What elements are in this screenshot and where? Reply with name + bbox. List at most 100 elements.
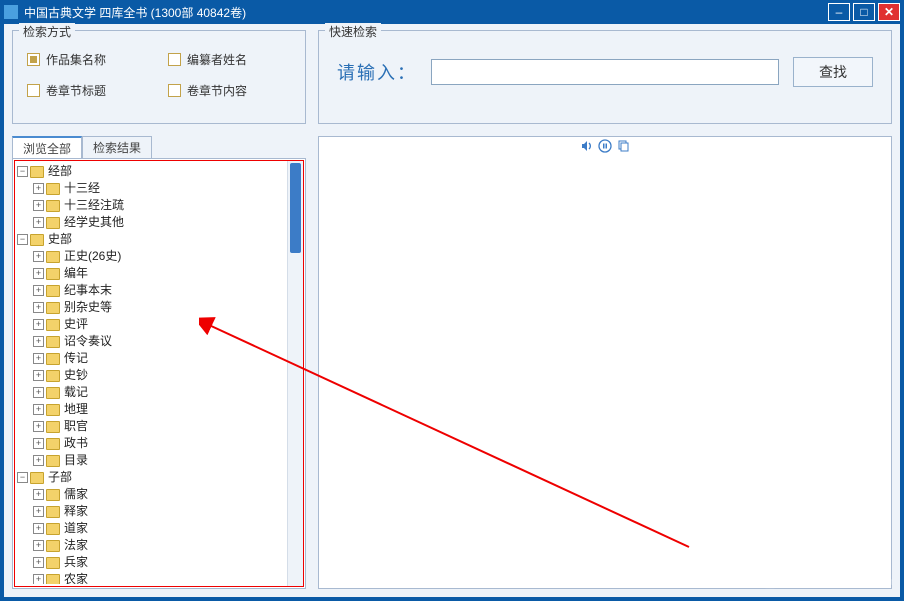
expander-icon[interactable]: + — [33, 336, 44, 347]
tree-item[interactable]: +道家 — [17, 520, 303, 537]
tree-item[interactable]: +儒家 — [17, 486, 303, 503]
expander-icon[interactable]: + — [33, 285, 44, 296]
option-chapter-title[interactable]: 卷章节标题 — [27, 82, 150, 99]
checkbox-icon — [27, 84, 40, 97]
copy-icon[interactable] — [616, 139, 630, 153]
folder-icon — [30, 166, 44, 178]
search-mode-group: 检索方式 作品集名称 编纂者姓名 卷章节标题 卷章节内容 — [12, 30, 306, 124]
tree-item[interactable]: + 传记 — [17, 350, 303, 367]
expander-icon[interactable]: + — [33, 455, 44, 466]
expander-icon[interactable]: + — [33, 540, 44, 551]
tree-item[interactable]: +十三经 — [17, 180, 303, 197]
tree-item[interactable]: + 十三经注疏 — [17, 197, 303, 214]
expander-icon[interactable]: + — [33, 523, 44, 534]
scrollbar-thumb[interactable] — [290, 163, 301, 253]
folder-icon — [46, 217, 60, 229]
checkbox-icon — [168, 84, 181, 97]
tree-root-node[interactable]: − 史部 — [17, 231, 303, 248]
folder-icon — [46, 387, 60, 399]
folder-icon — [46, 557, 60, 569]
tree-frame: −经部+十三经+十三经注疏+经学史其他−史部+正史(26史)+编年+纪事本末+别… — [12, 158, 306, 589]
expander-icon[interactable]: + — [33, 319, 44, 330]
tab-browse-all[interactable]: 浏览全部 — [12, 136, 82, 158]
tree-item-label: 兵家 — [64, 554, 88, 571]
tree-item-label: 史钞 — [64, 367, 88, 384]
tree-item[interactable]: +史评 — [17, 316, 303, 333]
tree-item-label: 史部 — [48, 231, 72, 248]
window-title: 中国古典文学 四库全书 (1300部 40842卷) — [24, 4, 828, 21]
tree-item[interactable]: + 别杂史等 — [17, 299, 303, 316]
expander-icon[interactable]: + — [33, 217, 44, 228]
search-mode-legend: 检索方式 — [19, 23, 75, 40]
tree-item[interactable]: +职官 — [17, 418, 303, 435]
tree-item-label: 十三经注疏 — [64, 197, 124, 214]
tree-scrollbar[interactable] — [287, 161, 303, 586]
close-button[interactable]: ✕ — [878, 3, 900, 21]
app-icon — [4, 5, 18, 19]
tree-item[interactable]: +农家 — [17, 571, 303, 584]
expander-icon[interactable]: − — [17, 166, 28, 177]
expander-icon[interactable]: + — [33, 557, 44, 568]
tree-item-label: 子部 — [48, 469, 72, 486]
folder-icon — [46, 302, 60, 314]
sound-icon[interactable] — [580, 139, 594, 153]
tree-item[interactable]: +经学史其他 — [17, 214, 303, 231]
expander-icon[interactable]: + — [33, 438, 44, 449]
search-button[interactable]: 查找 — [793, 57, 873, 87]
tree-item-label: 政书 — [64, 435, 88, 452]
tree-item-label: 法家 — [64, 537, 88, 554]
expander-icon[interactable]: + — [33, 183, 44, 194]
option-compiler-name[interactable]: 编纂者姓名 — [168, 51, 291, 68]
tree-item[interactable]: + 目录 — [17, 452, 303, 469]
tree-item-label: 载记 — [64, 384, 88, 401]
folder-icon — [46, 285, 60, 297]
watermark-logo-icon — [753, 555, 787, 589]
folder-icon — [46, 455, 60, 467]
pause-icon[interactable] — [598, 139, 612, 153]
folder-icon — [46, 574, 60, 585]
expander-icon[interactable]: + — [33, 404, 44, 415]
option-chapter-content[interactable]: 卷章节内容 — [168, 82, 291, 99]
expander-icon[interactable]: + — [33, 268, 44, 279]
expander-icon[interactable]: + — [33, 506, 44, 517]
folder-icon — [46, 540, 60, 552]
expander-icon[interactable]: + — [33, 200, 44, 211]
tree-item[interactable]: + 法家 — [17, 537, 303, 554]
tree-view[interactable]: −经部+十三经+十三经注疏+经学史其他−史部+正史(26史)+编年+纪事本末+别… — [17, 163, 303, 584]
expander-icon[interactable]: + — [33, 251, 44, 262]
folder-icon — [46, 319, 60, 331]
folder-icon — [30, 472, 44, 484]
tree-item[interactable]: +纪事本末 — [17, 282, 303, 299]
tree-item[interactable]: + 政书 — [17, 435, 303, 452]
tree-item[interactable]: +编年 — [17, 265, 303, 282]
folder-icon — [46, 506, 60, 518]
tab-results[interactable]: 检索结果 — [82, 136, 152, 158]
tree-item-label: 传记 — [64, 350, 88, 367]
expander-icon[interactable]: + — [33, 574, 44, 584]
tree-item[interactable]: + 载记 — [17, 384, 303, 401]
tree-item-label: 别杂史等 — [64, 299, 112, 316]
expander-icon[interactable]: + — [33, 387, 44, 398]
expander-icon[interactable]: + — [33, 421, 44, 432]
tree-item-label: 正史(26史) — [64, 248, 121, 265]
expander-icon[interactable]: + — [33, 353, 44, 364]
tree-root-node[interactable]: − 子部 — [17, 469, 303, 486]
minimize-button[interactable]: ‒ — [828, 3, 850, 21]
search-input[interactable] — [431, 59, 779, 85]
expander-icon[interactable]: − — [17, 472, 28, 483]
tree-item[interactable]: +地理 — [17, 401, 303, 418]
option-work-title[interactable]: 作品集名称 — [27, 51, 150, 68]
tree-item-label: 目录 — [64, 452, 88, 469]
expander-icon[interactable]: + — [33, 370, 44, 381]
tree-root-node[interactable]: −经部 — [17, 163, 303, 180]
tree-item[interactable]: +诏令奏议 — [17, 333, 303, 350]
folder-icon — [46, 183, 60, 195]
tree-item[interactable]: + 正史(26史) — [17, 248, 303, 265]
expander-icon[interactable]: − — [17, 234, 28, 245]
tree-item[interactable]: +释家 — [17, 503, 303, 520]
tree-item[interactable]: + 兵家 — [17, 554, 303, 571]
maximize-button[interactable]: □ — [853, 3, 875, 21]
expander-icon[interactable]: + — [33, 302, 44, 313]
tree-item[interactable]: + 史钞 — [17, 367, 303, 384]
expander-icon[interactable]: + — [33, 489, 44, 500]
